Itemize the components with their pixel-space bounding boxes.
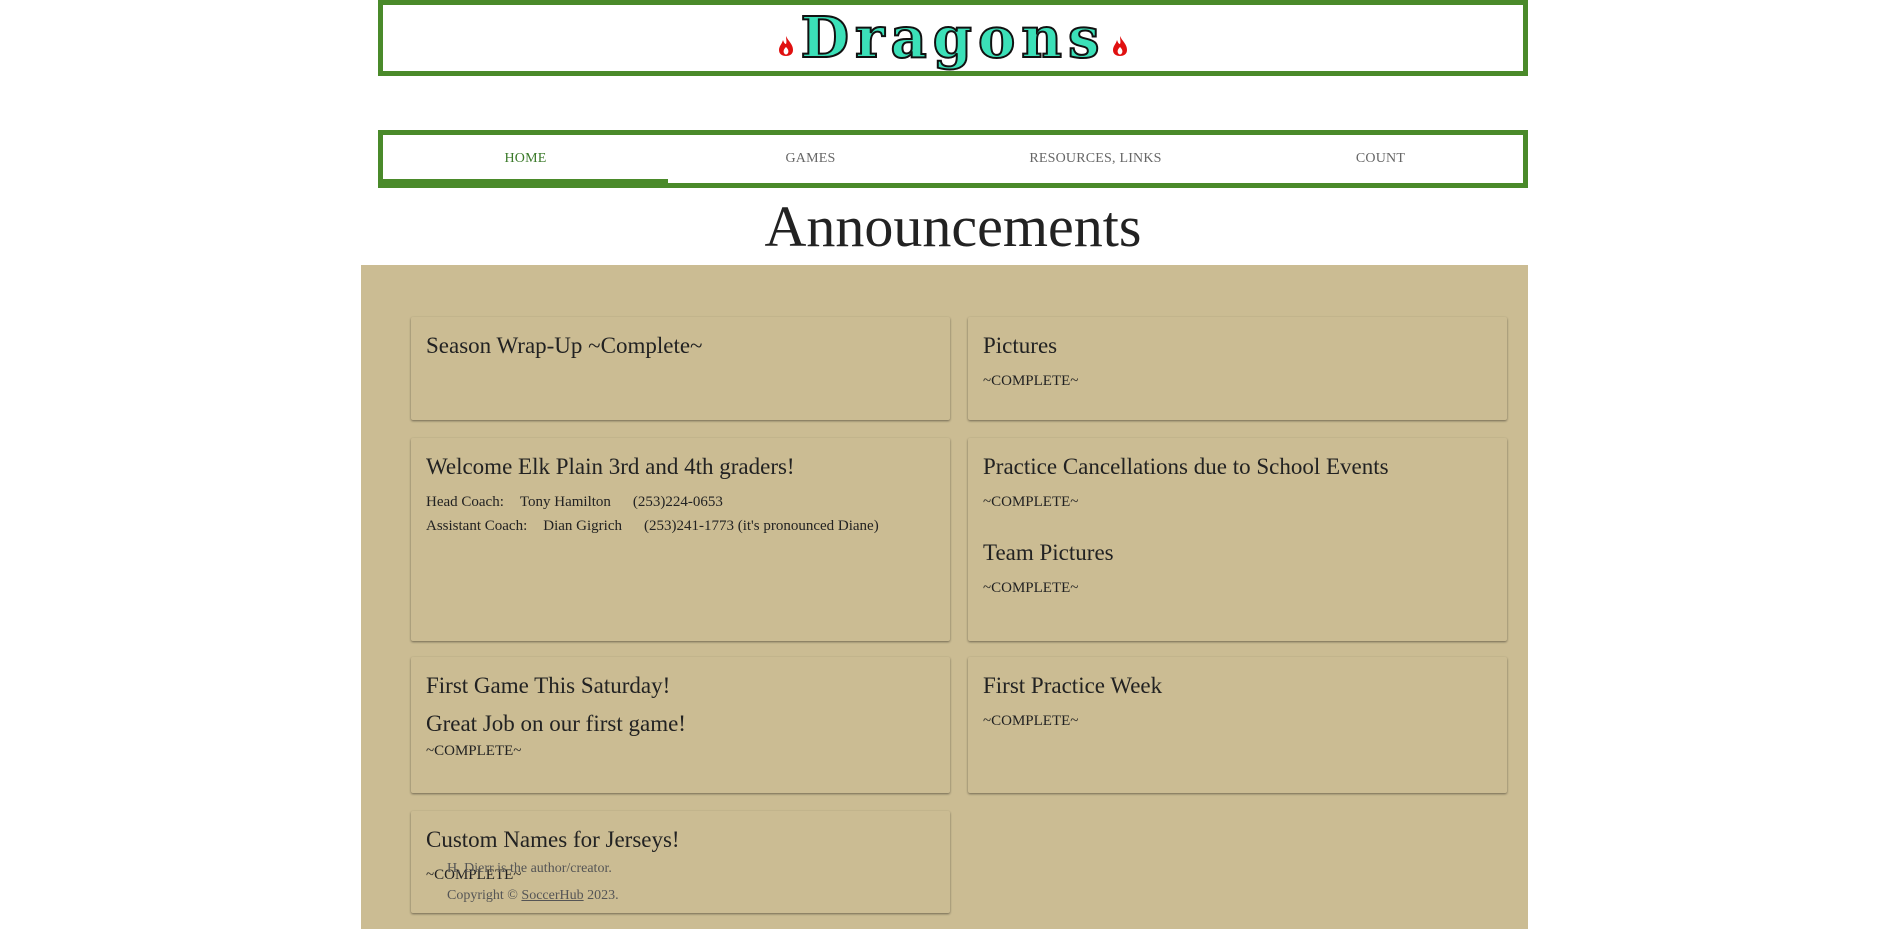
card-title: Pictures <box>983 333 1058 358</box>
card-title: Welcome Elk Plain 3rd and 4th graders! <box>426 454 795 479</box>
head-coach-name: Tony Hamilton <box>519 494 611 510</box>
card-status: ~COMPLETE~ <box>983 713 1079 729</box>
footer: H. Dierr is the author/creator. Copyrigh… <box>447 855 619 909</box>
card-title: Practice Cancellations due to School Eve… <box>983 454 1389 479</box>
assistant-coach-phone: (253)241-1773 (it's pronounced Diane) <box>643 518 879 534</box>
nav-games[interactable]: GAMES <box>668 135 953 183</box>
soccerhub-link[interactable]: SoccerHub <box>521 888 583 903</box>
head-coach-label: Head Coach: <box>426 494 504 510</box>
head-coach-phone: (253)224-0653 <box>632 494 723 510</box>
nav-count[interactable]: COUNT <box>1238 135 1523 183</box>
card-pictures: Pictures ~COMPLETE~ <box>968 317 1507 420</box>
card-welcome: Welcome Elk Plain 3rd and 4th graders! H… <box>411 438 950 641</box>
card-practice-cancellations: Practice Cancellations due to School Eve… <box>968 438 1507 641</box>
copyright-suffix: 2023. <box>583 888 619 903</box>
card-title: Season Wrap-Up ~Complete~ <box>426 333 703 358</box>
main-nav: HOME GAMES RESOURCES, LINKS COUNT <box>378 130 1528 188</box>
card-subtitle: Great Job on our first game! <box>426 711 686 736</box>
card-title: First Practice Week <box>983 673 1163 698</box>
card-title: Custom Names for Jerseys! <box>426 827 680 852</box>
card-first-game: First Game This Saturday! Great Job on o… <box>411 657 950 793</box>
assistant-coach-row: Assistant Coach: Dian Gigrich (253)241-177… <box>426 514 935 538</box>
card-first-practice: First Practice Week ~COMPLETE~ <box>968 657 1507 793</box>
assistant-coach-name: Dian Gigrich <box>543 518 622 534</box>
page-title: Announcements <box>764 194 1142 259</box>
nav-resources-links[interactable]: RESOURCES, LINKS <box>953 135 1238 183</box>
card-subtitle: Team Pictures <box>983 540 1114 565</box>
flame-icon <box>779 36 794 56</box>
site-header: Dragons <box>378 0 1528 76</box>
page: Dragons HOME GAMES RESOURCES, LINKS COUN… <box>0 0 1903 929</box>
card-status: ~COMPLETE~ <box>983 494 1079 510</box>
assistant-coach-label: Assistant Coach: <box>426 518 528 534</box>
copyright-prefix: Copyright © <box>447 888 522 903</box>
footer-author: H. Dierr is the author/creator. <box>447 861 612 876</box>
card-title: First Game This Saturday! <box>426 673 671 698</box>
head-coach-row: Head Coach: Tony Hamilton (253)224-0653 <box>426 490 935 514</box>
announcements-board: Season Wrap-Up ~Complete~ Pictures ~COMP… <box>361 265 1528 929</box>
nav-home[interactable]: HOME <box>383 135 668 183</box>
card-status: ~COMPLETE~ <box>983 373 1079 389</box>
flame-icon <box>1112 36 1127 56</box>
footer-copyright: Copyright © SoccerHub 2023. <box>447 882 619 909</box>
card-status: ~COMPLETE~ <box>426 743 522 759</box>
card-status: ~COMPLETE~ <box>983 580 1079 596</box>
site-title: Dragons <box>799 5 1106 71</box>
card-season-wrap-up: Season Wrap-Up ~Complete~ <box>411 317 950 420</box>
